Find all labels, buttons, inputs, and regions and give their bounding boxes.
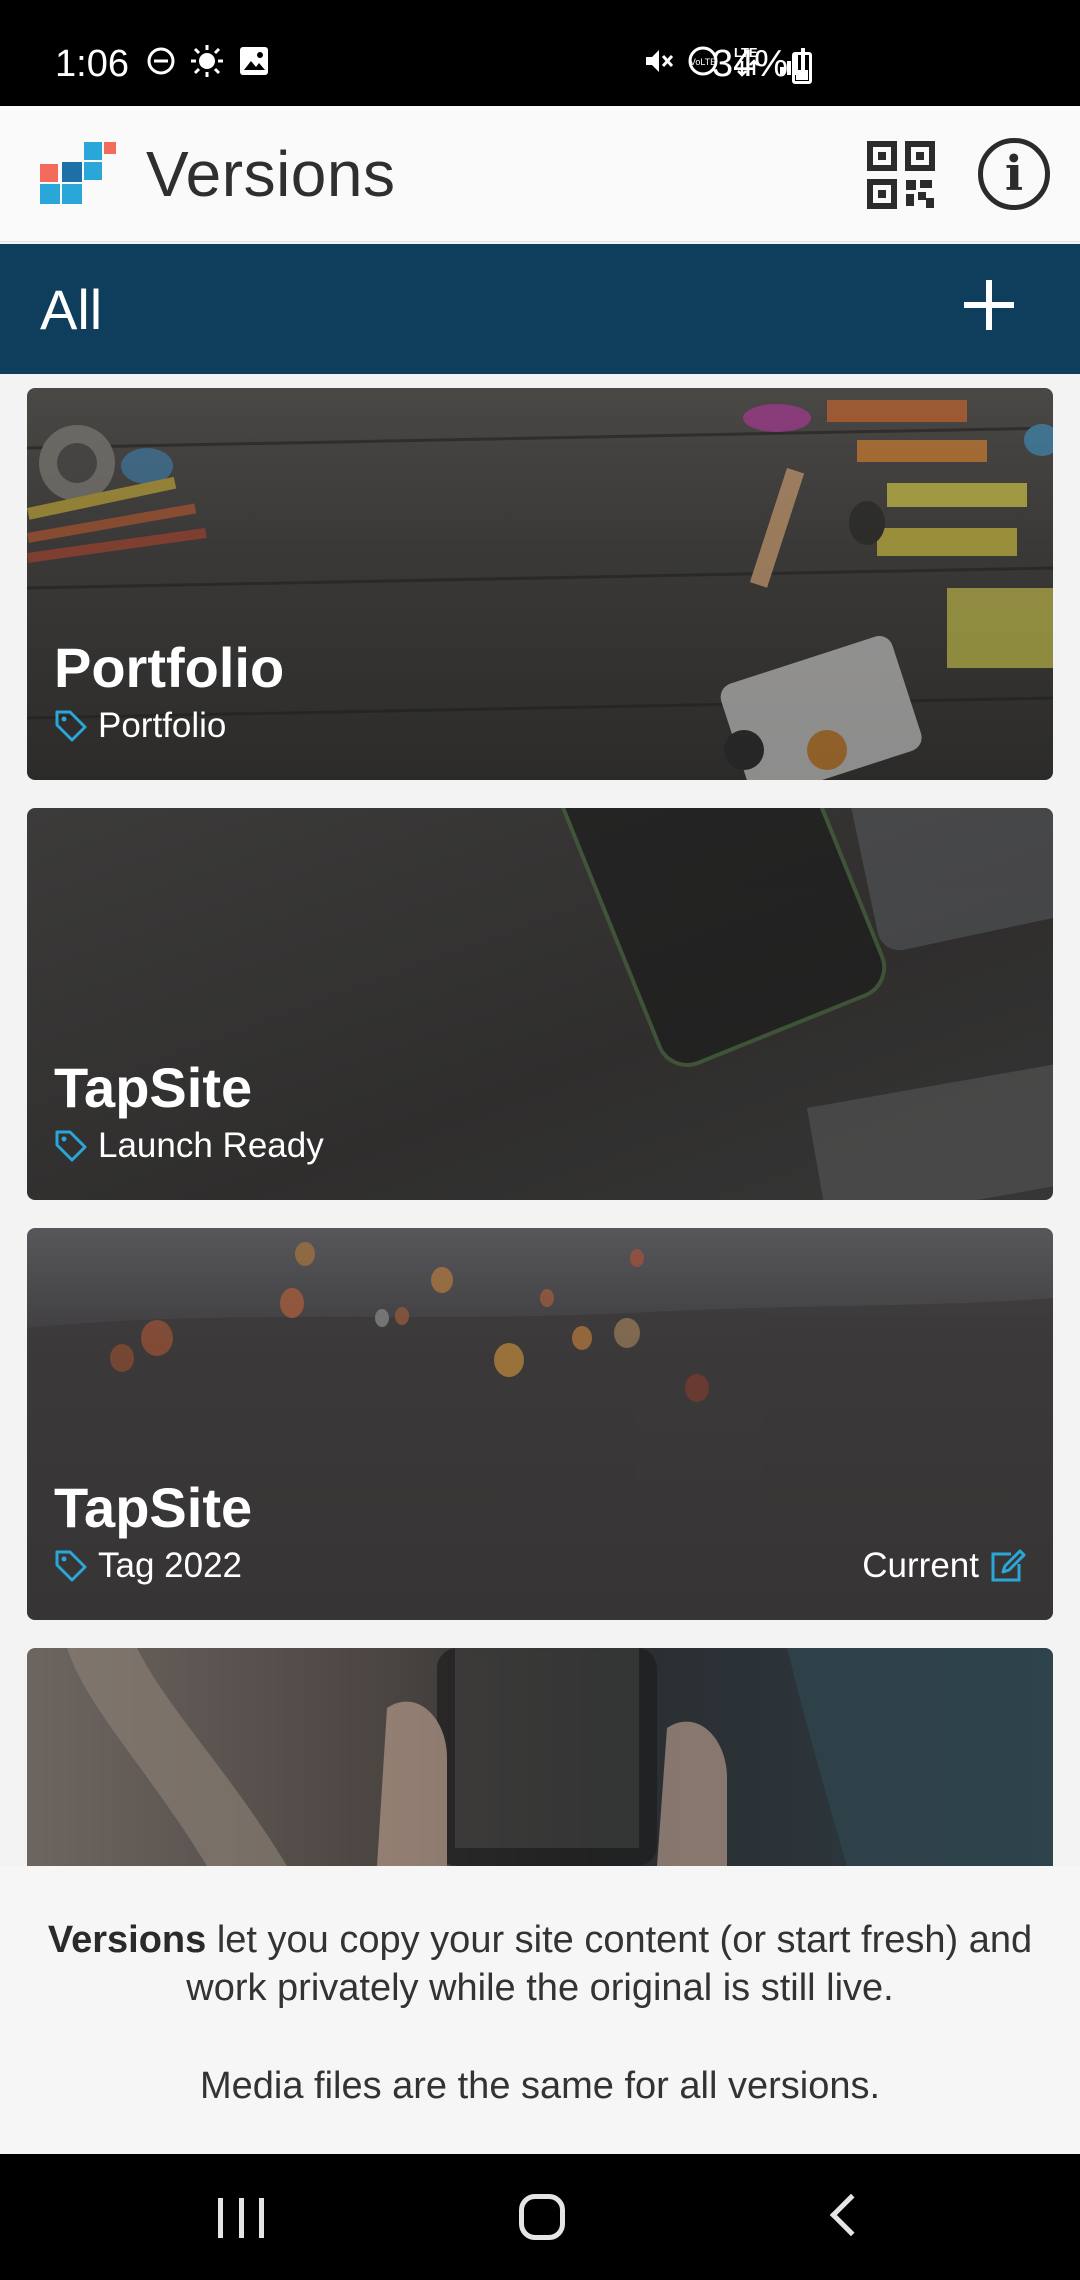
card-title: TapSite — [54, 1476, 253, 1539]
edit-icon[interactable] — [989, 1548, 1027, 1584]
info-panel: Versions let you copy your site content … — [0, 1866, 1080, 2154]
do-not-disturb-icon — [147, 47, 175, 75]
info-text-1: Versions let you copy your site content … — [30, 1916, 1050, 2012]
card-background-image — [67, 1648, 1053, 1866]
back-icon[interactable] — [829, 2193, 873, 2237]
tag-icon — [55, 1130, 87, 1162]
info-text-rest: let you copy your site content (or start… — [186, 1919, 1033, 2009]
battery-percent: 34% — [712, 43, 789, 85]
filter-bar: All — [0, 244, 1080, 374]
recent-apps-icon[interactable] — [218, 2198, 264, 2238]
info-icon[interactable]: i — [978, 138, 1050, 210]
app-logo-icon — [40, 142, 116, 204]
versions-list[interactable]: Portfolio Portfolio TapSite Launch Ready — [0, 374, 1080, 1866]
current-label: Current — [862, 1546, 979, 1585]
battery-icon — [792, 52, 812, 84]
info-text-2: Media files are the same for all version… — [199, 2065, 881, 2107]
page-title: Versions — [146, 138, 396, 210]
app-bar: Versions i — [0, 106, 1080, 242]
version-card[interactable]: TapSite Launch Ready — [27, 808, 1053, 1200]
brightness-icon — [191, 45, 223, 77]
system-nav-bar — [0, 2154, 1080, 2280]
gallery-icon — [240, 47, 268, 75]
current-indicator[interactable]: Current — [862, 1546, 1027, 1586]
tag-icon — [55, 710, 87, 742]
mute-icon — [646, 50, 674, 72]
qr-code-icon[interactable] — [866, 140, 936, 210]
card-tag: Portfolio — [54, 706, 226, 746]
card-tag: Tag 2022 — [54, 1546, 242, 1586]
card-tag: Launch Ready — [54, 1126, 324, 1166]
card-title: TapSite — [54, 1056, 253, 1119]
info-bold: Versions — [47, 1919, 207, 1961]
card-tag-label: Tag 2022 — [98, 1546, 243, 1585]
status-time: 1:06 — [55, 43, 129, 85]
home-icon[interactable] — [519, 2194, 565, 2240]
card-title: Portfolio — [54, 636, 285, 699]
filter-all-label[interactable]: All — [40, 278, 102, 342]
card-tag-label: Portfolio — [98, 706, 227, 745]
version-card[interactable]: TapSite Tag 2022 Current — [27, 1228, 1053, 1620]
card-tag-label: Launch Ready — [98, 1126, 324, 1165]
version-card[interactable]: Portfolio Portfolio — [27, 388, 1053, 780]
status-left-icons — [146, 44, 270, 78]
plus-icon[interactable] — [958, 274, 1020, 336]
tag-icon — [55, 1550, 87, 1582]
version-card[interactable] — [27, 1648, 1053, 1866]
status-bar: 1:06 VoLTE LTE 34% — [0, 0, 1080, 106]
